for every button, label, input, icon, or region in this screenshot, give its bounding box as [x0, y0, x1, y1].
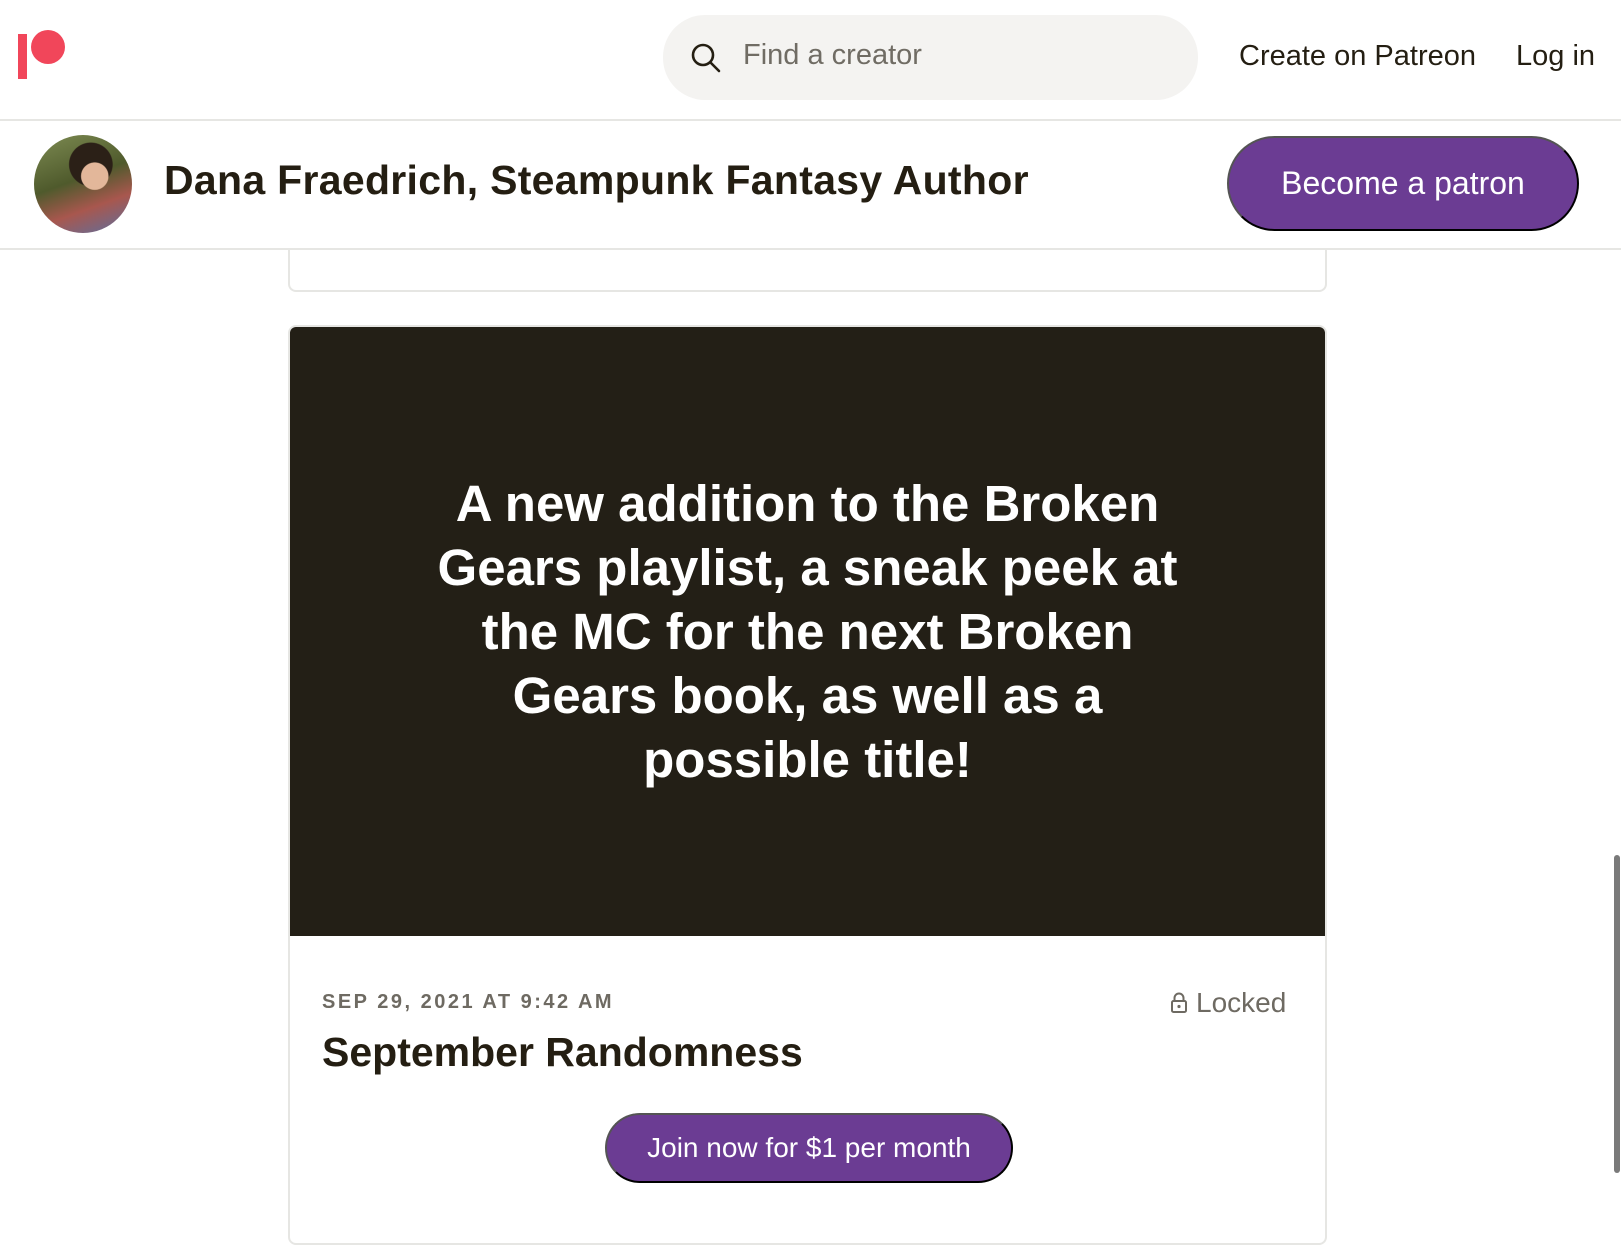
post-title[interactable]: September Randomness — [322, 1029, 803, 1076]
post-card: A new addition to the Broken Gears playl… — [288, 325, 1327, 1245]
creator-avatar[interactable] — [34, 135, 132, 233]
creator-name[interactable]: Dana Fraedrich, Steampunk Fantasy Author — [164, 157, 1029, 204]
post-teaser-image[interactable]: A new addition to the Broken Gears playl… — [290, 327, 1325, 936]
search-input[interactable]: Find a creator — [663, 15, 1198, 100]
become-patron-button[interactable]: Become a patron — [1227, 136, 1579, 231]
join-now-button[interactable]: Join now for $1 per month — [605, 1113, 1013, 1183]
logo-dot — [31, 30, 65, 64]
create-on-patreon-link[interactable]: Create on Patreon — [1239, 40, 1476, 73]
logo-bar — [18, 34, 27, 79]
search-icon — [691, 43, 721, 73]
locked-label: Locked — [1196, 987, 1287, 1018]
top-navigation: Find a creator Create on Patreon Log in — [0, 0, 1621, 121]
previous-post-card — [288, 250, 1327, 292]
post-date: SEP 29, 2021 AT 9:42 AM — [322, 991, 615, 1013]
login-link[interactable]: Log in — [1516, 40, 1595, 73]
locked-status: Locked — [1170, 987, 1286, 1019]
lock-icon — [1171, 992, 1187, 1013]
patreon-logo[interactable] — [18, 30, 70, 82]
post-teaser-text: A new addition to the Broken Gears playl… — [437, 474, 1178, 788]
scrollbar-thumb[interactable] — [1614, 855, 1620, 1173]
search-placeholder: Find a creator — [743, 39, 922, 71]
creator-header: Dana Fraedrich, Steampunk Fantasy Author… — [0, 121, 1621, 250]
